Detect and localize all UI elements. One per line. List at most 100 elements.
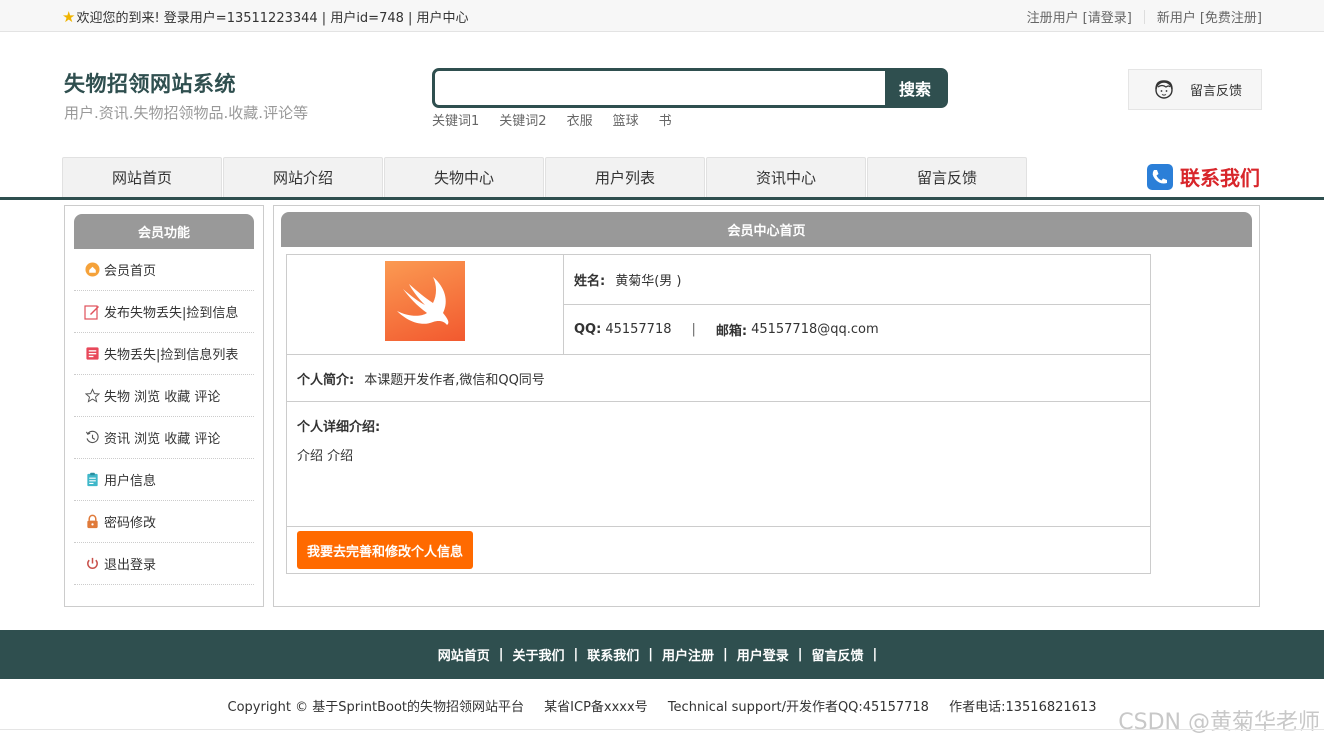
sidebar-item-label: 失物 浏览 收藏 评论 xyxy=(104,390,221,405)
profile-table: 姓名: 黄菊华(男 ) QQ: 45157718 | 邮箱: 45157718@… xyxy=(286,254,1151,574)
keyword-link[interactable]: 衣服 xyxy=(567,110,593,129)
home-icon xyxy=(84,262,100,278)
footer-separator: | xyxy=(797,647,803,662)
new-user-label: 新用户 xyxy=(1156,11,1196,26)
avatar-cell xyxy=(287,255,564,355)
sidebar-item-label: 失物丢失|捡到信息列表 xyxy=(104,348,239,363)
login-link[interactable]: [请登录] xyxy=(1083,7,1132,26)
sidebar-title: 会员功能 xyxy=(74,214,254,249)
sidebar-item-change-password[interactable]: 密码修改 xyxy=(74,501,254,543)
register-label: 注册用户 xyxy=(1026,11,1079,26)
contact-line: QQ: 45157718 | 邮箱: 45157718@qq.com xyxy=(564,305,1150,355)
customer-service-icon xyxy=(1155,79,1173,99)
site-subtitle: 用户.资讯.失物招领物品.收藏.评论等 xyxy=(64,104,309,122)
sidebar-item-label: 密码修改 xyxy=(104,516,157,531)
footer-separator: | xyxy=(648,647,653,662)
icp-text: 某省ICP备xxxx号 xyxy=(544,700,648,715)
phone-text: 作者电话:13516821613 xyxy=(949,700,1097,715)
phone-icon xyxy=(1147,163,1173,190)
nav-item-feedback[interactable]: 留言反馈 xyxy=(867,157,1027,197)
nav-divider xyxy=(0,197,1324,200)
divider xyxy=(1143,9,1145,24)
nav-item-news[interactable]: 资讯中心 xyxy=(706,157,866,197)
sidebar-item-publish[interactable]: 发布失物丢失|捡到信息 xyxy=(74,291,254,333)
bio-label: 个人简介: xyxy=(297,372,355,388)
nav-item-home[interactable]: 网站首页 xyxy=(62,157,222,197)
footer-link-about[interactable]: 关于我们 xyxy=(512,645,564,664)
member-center-panel: 会员中心首页 姓名: 黄菊华(男 ) QQ: 45157718 | 邮箱: 45… xyxy=(273,205,1260,607)
list-icon xyxy=(84,346,100,362)
site-brand: 失物招领网站系统 用户.资讯.失物招领物品.收藏.评论等 xyxy=(64,68,308,123)
sidebar-item-label: 用户信息 xyxy=(104,474,157,489)
search-button[interactable]: 搜索 xyxy=(885,71,945,105)
avatar xyxy=(385,261,465,341)
top-bar: ★ 欢迎您的到来! 登录用户=13511223344 | 用户id=748 | … xyxy=(0,0,1324,32)
copyright-text: Copyright © 基于SprintBoot的失物招领网站平台 xyxy=(227,700,525,715)
sidebar-item-lost-favorites[interactable]: 失物 浏览 收藏 评论 xyxy=(74,375,254,417)
sidebar-item-logout[interactable]: 退出登录 xyxy=(74,543,254,585)
search-box: 搜索 xyxy=(432,68,948,108)
power-icon xyxy=(84,556,100,572)
name-line: 姓名: 黄菊华(男 ) xyxy=(564,255,1150,305)
star-icon xyxy=(84,388,100,404)
lock-icon xyxy=(84,514,100,530)
footer-link-login[interactable]: 用户登录 xyxy=(737,645,789,664)
nav-item-users[interactable]: 用户列表 xyxy=(545,157,705,197)
sidebar-item-member-home[interactable]: 会员首页 xyxy=(74,249,254,291)
feedback-button[interactable]: 留言反馈 xyxy=(1128,69,1262,110)
edit-profile-button[interactable]: 我要去完善和修改个人信息 xyxy=(297,531,474,569)
sidebar-item-label: 发布失物丢失|捡到信息 xyxy=(104,306,239,321)
nav-item-about[interactable]: 网站介绍 xyxy=(223,157,383,197)
profile-summary-row: 姓名: 黄菊华(男 ) QQ: 45157718 | 邮箱: 45157718@… xyxy=(287,255,1150,355)
site-title[interactable]: 失物招领网站系统 xyxy=(64,68,308,98)
sidebar-item-user-info[interactable]: 用户信息 xyxy=(74,459,254,501)
sidebar-item-label: 退出登录 xyxy=(104,558,157,573)
history-icon xyxy=(84,430,100,446)
footer-link-feedback[interactable]: 留言反馈 xyxy=(812,645,864,664)
keyword-link[interactable]: 篮球 xyxy=(613,110,639,129)
search-input[interactable] xyxy=(435,71,887,105)
signup-link[interactable]: [免费注册] xyxy=(1200,7,1262,26)
swift-logo-icon xyxy=(397,277,449,325)
feedback-label: 留言反馈 xyxy=(1190,84,1243,99)
footer-link-contact[interactable]: 联系我们 xyxy=(587,645,639,664)
watermark: CSDN @黄菊华老师 xyxy=(1118,710,1320,735)
email-value: 45157718@qq.com xyxy=(751,321,879,337)
detail-label: 个人详细介绍: xyxy=(297,420,381,435)
welcome-message[interactable]: 欢迎您的到来! 登录用户=13511223344 | 用户id=748 | 用户… xyxy=(76,7,468,26)
detail-value: 介绍 介绍 xyxy=(297,449,354,464)
bio-row: 个人简介: 本课题开发作者,微信和QQ同号 xyxy=(287,355,1150,402)
bio-value: 本课题开发作者,微信和QQ同号 xyxy=(364,372,545,388)
footer-separator: | xyxy=(723,647,728,662)
footer-link-home[interactable]: 网站首页 xyxy=(438,645,490,664)
search-keywords: 关键词1 关键词2 衣服 篮球 书 xyxy=(432,110,692,129)
keyword-link[interactable]: 书 xyxy=(659,110,672,129)
welcome-text: ★ 欢迎您的到来! 登录用户=13511223344 | 用户id=748 | … xyxy=(62,7,469,27)
clipboard-icon xyxy=(84,472,100,488)
footer-separator: | xyxy=(498,647,504,662)
name-value: 黄菊华(男 ) xyxy=(615,273,682,289)
sidebar-item-label: 会员首页 xyxy=(104,264,157,279)
keyword-link[interactable]: 关键词2 xyxy=(499,110,546,129)
keyword-link[interactable]: 关键词1 xyxy=(432,110,479,129)
basic-info: 姓名: 黄菊华(男 ) QQ: 45157718 | 邮箱: 45157718@… xyxy=(564,255,1150,354)
action-row: 我要去完善和修改个人信息 xyxy=(287,527,1150,573)
contact-us-link[interactable]: 联系我们 xyxy=(1146,162,1260,191)
sidebar-item-news-favorites[interactable]: 资讯 浏览 收藏 评论 xyxy=(74,417,254,459)
footer-separator: | xyxy=(573,647,579,662)
sidebar-item-label: 资讯 浏览 收藏 评论 xyxy=(104,432,221,447)
member-sidebar: 会员功能 会员首页 发布失物丢失|捡到信息 失物丢失|捡到信息列表 失物 浏览 … xyxy=(64,205,264,607)
footer-link-register[interactable]: 用户注册 xyxy=(662,645,714,664)
qq-label: QQ: xyxy=(574,321,602,337)
edit-icon xyxy=(84,304,100,320)
star-icon: ★ xyxy=(62,7,76,26)
detail-row: 个人详细介绍: 介绍 介绍 xyxy=(287,402,1150,527)
sidebar-item-list[interactable]: 失物丢失|捡到信息列表 xyxy=(74,333,254,375)
nav-item-lost-items[interactable]: 失物中心 xyxy=(384,157,544,197)
footer-separator: | xyxy=(872,647,878,662)
panel-title: 会员中心首页 xyxy=(281,212,1252,247)
qq-value: 45157718 xyxy=(605,321,672,337)
footer-nav: 网站首页 | 关于我们 | 联系我们 | 用户注册 | 用户登录 | 留言反馈 | xyxy=(0,630,1324,679)
contact-us-label: 联系我们 xyxy=(1180,166,1260,190)
field-divider: | xyxy=(691,321,696,337)
